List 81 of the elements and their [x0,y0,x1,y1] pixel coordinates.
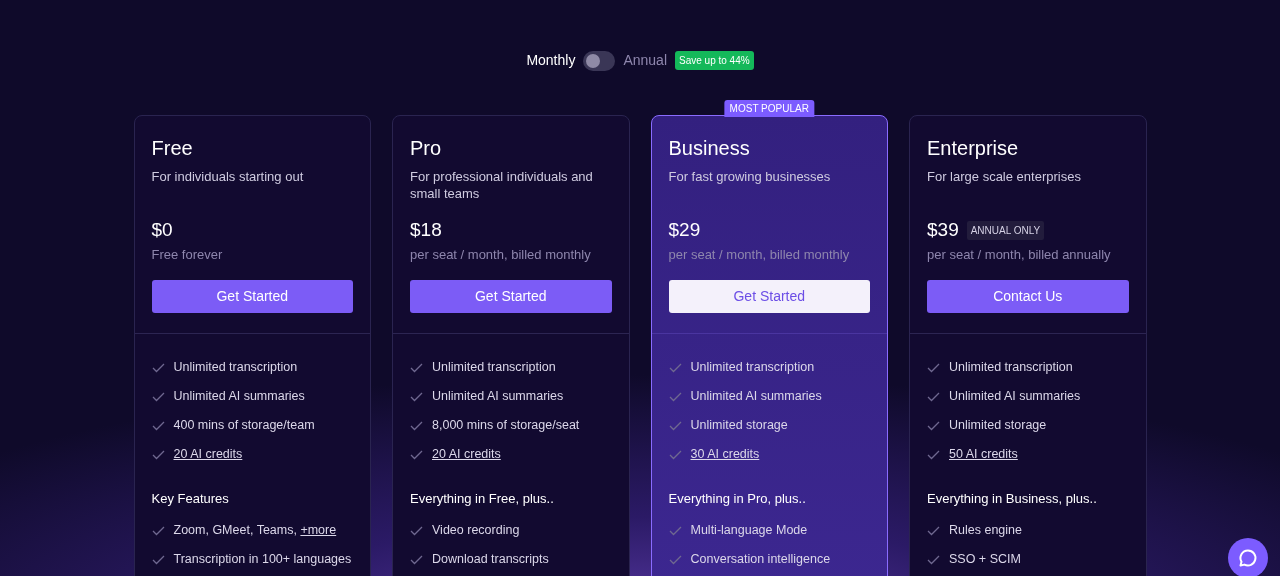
feature-text: Unlimited transcription [949,359,1073,377]
check-icon [151,554,165,565]
plan-price: $18 [410,218,442,242]
billing-option[interactable]: Monthly [526,50,576,71]
billing-toggle[interactable] [583,50,616,71]
discount-badge: Save up to 44% [675,51,754,70]
section-title: Everything in Business, plus.. [927,490,1098,508]
check-icon [151,420,165,431]
section-title: Everything in Free, plus.. [410,490,555,508]
plan-button[interactable]: Get Started [151,280,353,313]
check-icon [927,449,940,460]
billing-option[interactable]: Annual [623,50,667,71]
plan-description: For fast growing businesses [668,168,832,186]
plan-name: Enterprise [927,136,1020,160]
section-title: Everything in Pro, plus.. [668,490,807,508]
check-icon [927,554,940,565]
popular-badge: MOST POPULAR [724,100,814,117]
feature-text: Unlimited storage [949,417,1047,435]
check-icon [410,362,423,373]
feature-text: Rules engine [949,522,1022,540]
check-icon [151,391,165,402]
price-note: per seat / month, billed annually [927,247,1112,263]
check-icon [668,420,682,431]
plan-price: $0 [151,218,173,242]
feature-link[interactable]: 30 AI credits [690,445,760,464]
plan-description: For individuals starting out [151,168,305,186]
feature-text: 400 mins of storage/team [173,417,315,435]
feature-link[interactable]: 20 AI credits [432,445,501,464]
plan-name: Business [668,136,751,160]
price-note: Free forever [151,247,224,263]
feature-link[interactable]: 20 AI credits [173,445,243,464]
check-icon [927,362,940,373]
check-icon [151,525,165,536]
feature-text: Transcription in 100+ languages [173,551,352,569]
chat-button[interactable] [1228,538,1268,576]
feature-text: Video recording [432,522,520,540]
check-icon [927,525,940,536]
check-icon [410,449,423,460]
check-icon [151,362,165,373]
feature-link[interactable]: +more [300,523,337,538]
check-icon [668,449,682,460]
check-icon [668,362,682,373]
section-title: Key Features [151,490,230,508]
feature-text: Unlimited transcription [173,359,298,377]
plan-description: For professional individuals and small teams [410,168,594,203]
plan-name: Free [151,136,194,160]
feature-text: Download transcripts [432,551,549,569]
feature-text: Conversation intelligence [690,551,831,569]
feature-text: Unlimited transcription [690,359,815,377]
price-note: per seat / month, billed monthly [668,247,851,263]
feature-text: Unlimited AI summaries [432,388,564,406]
feature-text: Unlimited transcription [432,359,556,377]
chat-icon [1238,548,1258,568]
feature-text: Zoom, GMeet, Teams, +more [173,522,337,540]
check-icon [410,525,423,536]
plan-button[interactable]: Get Started [410,280,612,313]
plan-price: $29 [668,218,701,242]
plan-price: $39 [927,218,959,242]
price-note: per seat / month, billed monthly [410,247,592,263]
plan-button[interactable]: Get Started [668,280,870,313]
feature-text: Multi-language Mode [690,522,808,540]
check-icon [927,420,940,431]
plan-name: Pro [410,136,443,160]
check-icon [668,554,682,565]
plan-button[interactable]: Contact Us [927,280,1129,313]
feature-text: Unlimited storage [690,417,788,435]
check-icon [668,391,682,402]
check-icon [668,525,682,536]
feature-text: Unlimited AI summaries [690,388,822,406]
check-icon [410,420,423,431]
plan-description: For large scale enterprises [927,168,1082,186]
feature-text: 8,000 mins of storage/seat [432,417,580,435]
feature-text: Unlimited AI summaries [173,388,305,406]
annual-only-badge: ANNUAL ONLY [966,220,1045,240]
check-icon [410,391,423,402]
feature-text: SSO + SCIM [949,551,1021,569]
check-icon [410,554,423,565]
check-icon [151,449,165,460]
check-icon [927,391,940,402]
feature-link[interactable]: 50 AI credits [949,445,1018,464]
feature-text: Unlimited AI summaries [949,388,1081,406]
